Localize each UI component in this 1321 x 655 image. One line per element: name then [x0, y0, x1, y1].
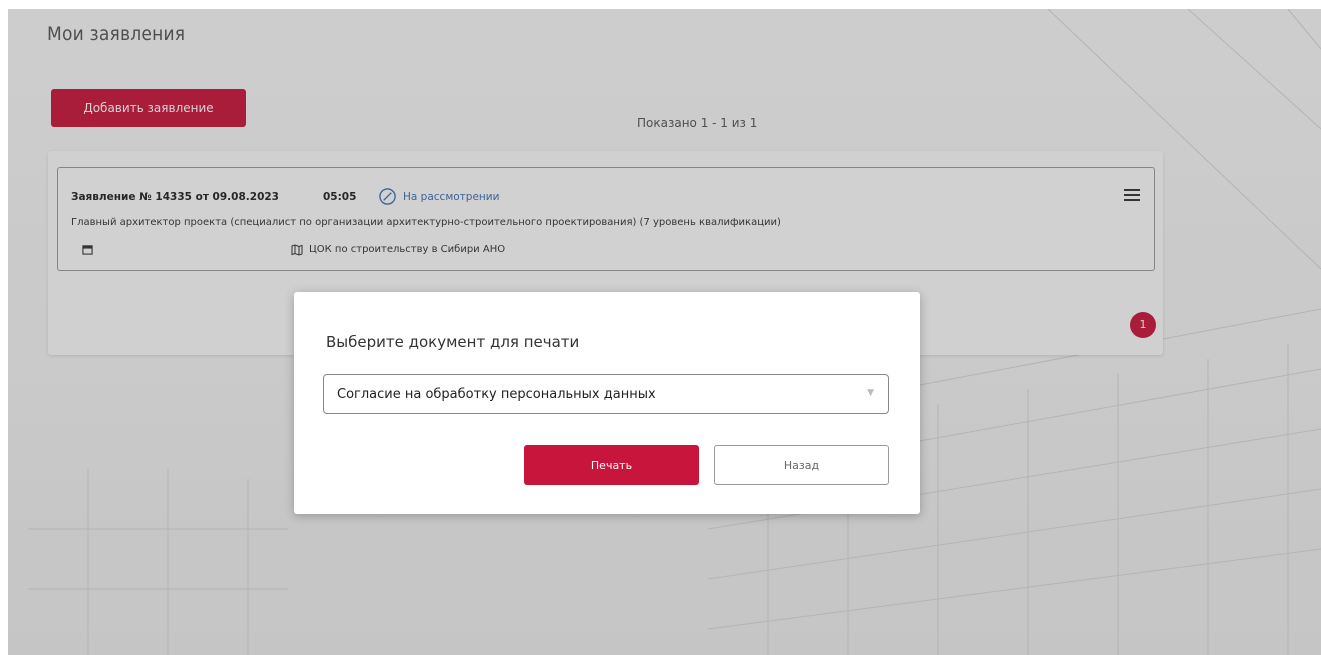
print-button[interactable]: Печать [524, 445, 699, 485]
document-select[interactable]: Согласие на обработку персональных данны… [323, 374, 889, 414]
back-button[interactable]: Назад [714, 445, 889, 485]
app-frame: Мои заявления Добавить заявление Показан… [8, 9, 1321, 655]
chevron-down-icon: ▼ [867, 388, 874, 398]
print-document-dialog: Выберите документ для печати Согласие на… [294, 292, 920, 514]
dialog-title: Выберите документ для печати [326, 333, 580, 351]
document-select-value: Согласие на обработку персональных данны… [337, 387, 656, 402]
